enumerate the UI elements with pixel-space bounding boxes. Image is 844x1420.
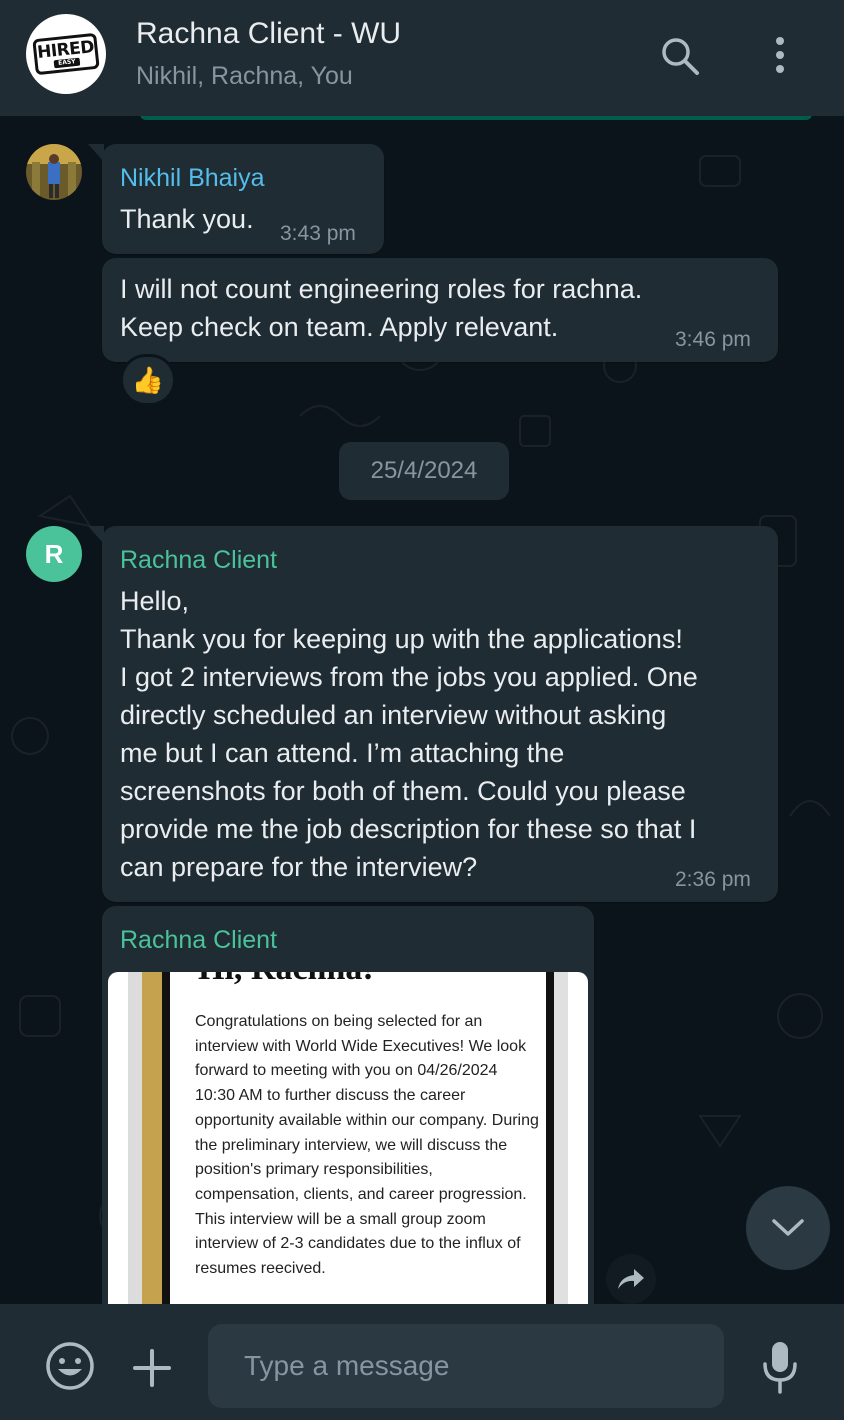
search-icon[interactable] (658, 34, 702, 78)
composer-bar: Type a message (0, 1304, 844, 1420)
reaction-thumbs-up[interactable]: 👍 (120, 354, 176, 406)
image-border-decoration (162, 972, 170, 1304)
microphone-icon[interactable] (760, 1340, 800, 1396)
message-input[interactable]: Type a message (208, 1324, 724, 1408)
date-separator: 25/4/2024 (339, 442, 509, 500)
forward-icon[interactable] (606, 1254, 656, 1304)
message-bubble[interactable]: Nikhil Bhaiya Thank you. 3:43 pm (88, 144, 384, 254)
chevron-down-icon (772, 1219, 804, 1236)
image-heading: Hi, Rachna! (198, 972, 374, 988)
bubble-tail (88, 526, 104, 544)
image-border-decoration (142, 972, 162, 1304)
image-border-decoration (554, 972, 568, 1304)
message-text: Thank you. (120, 204, 254, 234)
group-title[interactable]: Rachna Client - WU (136, 17, 401, 51)
message-text: I will not count engineering roles for r… (120, 274, 643, 342)
group-avatar[interactable]: HIRED EASY (26, 14, 106, 94)
message-time: 2:36 pm (675, 868, 751, 891)
sender-name[interactable]: Rachna Client (120, 926, 277, 955)
plus-icon[interactable] (132, 1348, 172, 1388)
message-list[interactable]: Nikhil Bhaiya Thank you. 3:43 pm I will … (0, 116, 844, 1304)
rachna-avatar[interactable]: R (26, 526, 82, 582)
group-members[interactable]: Nikhil, Rachna, You (136, 62, 353, 91)
thumbs-up-icon: 👍 (131, 364, 165, 395)
interview-screenshot-image[interactable]: Hi, Rachna! Congratulations on being sel… (108, 972, 588, 1304)
hired-easy-logo: HIRED EASY (32, 32, 100, 76)
message-text: Hello, Thank you for keeping up with the… (120, 586, 698, 882)
more-vertical-icon[interactable] (762, 34, 798, 78)
sender-name[interactable]: Rachna Client (120, 546, 277, 575)
image-border-decoration (128, 972, 142, 1304)
emoji-icon[interactable] (44, 1340, 96, 1392)
sender-name[interactable]: Nikhil Bhaiya (120, 164, 265, 193)
message-bubble[interactable]: Rachna Client Hello, Thank you for keepi… (88, 526, 778, 902)
scroll-down-button[interactable] (746, 1186, 830, 1270)
message-time: 3:46 pm (675, 328, 751, 351)
message-bubble[interactable]: I will not count engineering roles for r… (102, 258, 778, 362)
image-border-decoration (546, 972, 554, 1304)
nikhil-avatar[interactable] (26, 144, 82, 200)
chat-header: HIRED EASY Rachna Client - WU Nikhil, Ra… (0, 0, 844, 116)
image-body-text: Congratulations on being selected for an… (195, 1013, 539, 1278)
bubble-tail (88, 144, 104, 162)
message-time: 3:43 pm (280, 222, 356, 245)
